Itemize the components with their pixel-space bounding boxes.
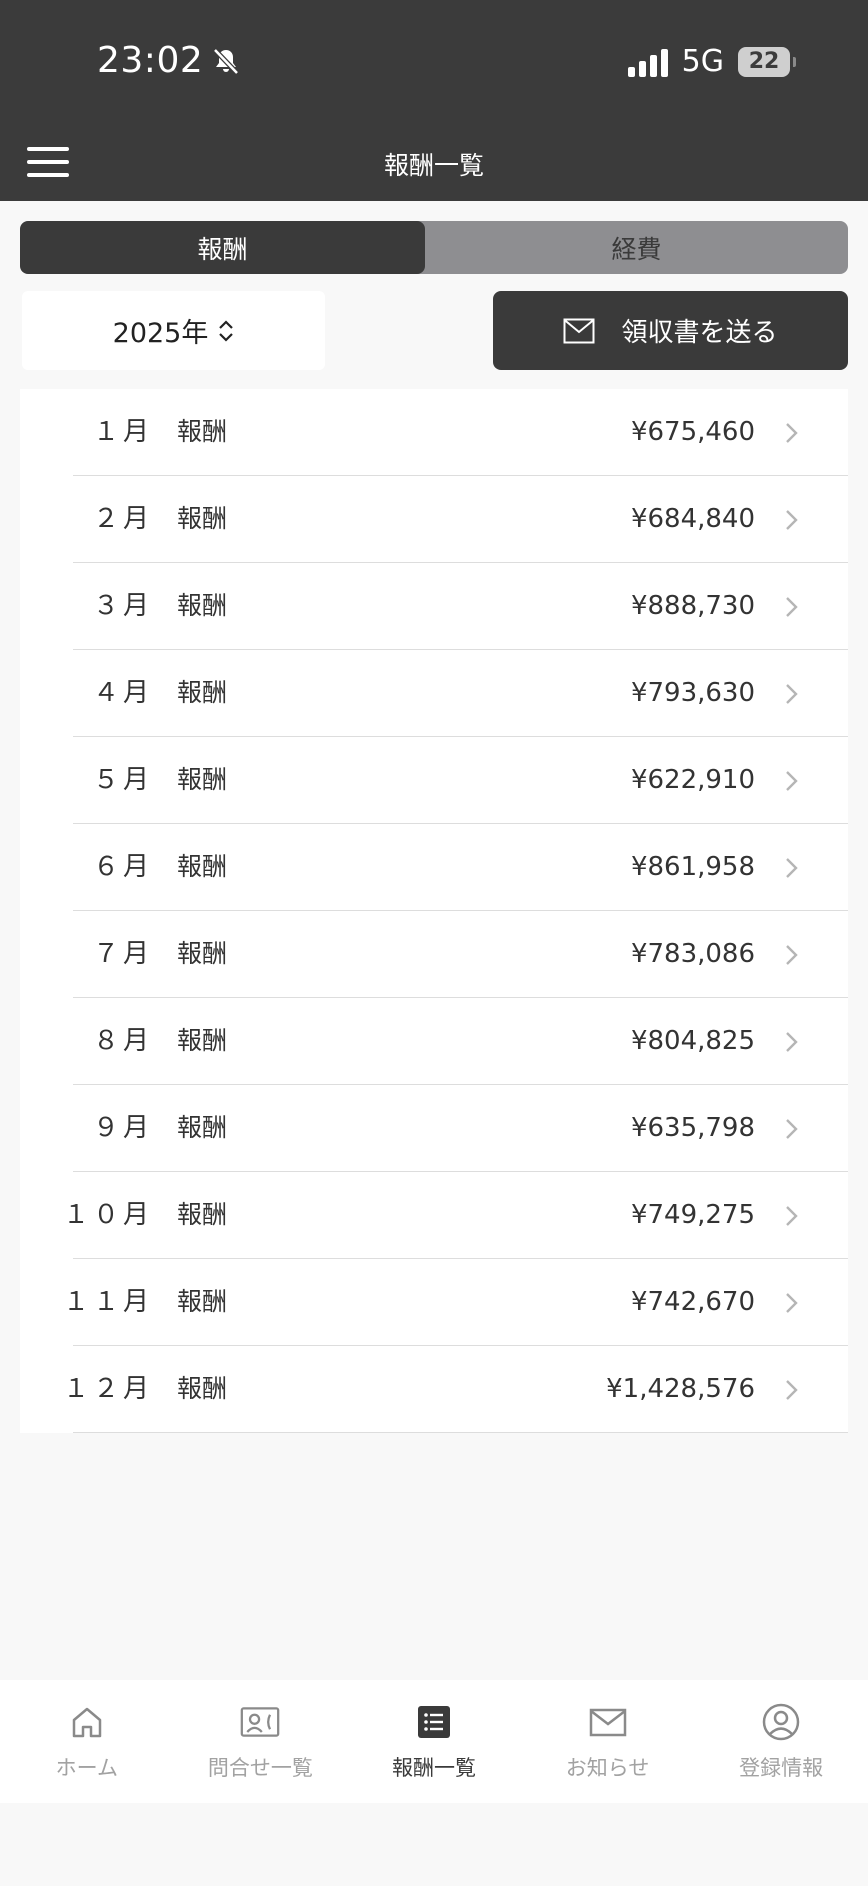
signal-icon	[627, 47, 668, 77]
amount-value: ¥888,730	[630, 591, 755, 621]
tab-notices[interactable]: お知らせ	[521, 1680, 695, 1803]
month-label: １月	[92, 417, 153, 447]
year-value: 2025年	[112, 318, 209, 349]
list-item[interactable]: ８月 報酬 ¥804,825	[73, 998, 848, 1085]
status-bar-right: 5G 22	[627, 44, 796, 79]
reward-label: 報酬	[177, 591, 228, 620]
list-item[interactable]: ３月 報酬 ¥888,730	[73, 563, 848, 650]
reward-label: 報酬	[177, 504, 228, 533]
amount-value: ¥793,630	[630, 678, 755, 708]
amount-value: ¥804,825	[630, 1026, 755, 1056]
amount-value: ¥684,840	[630, 504, 755, 534]
status-bar-time: 23:02	[97, 40, 241, 81]
bell-muted-icon	[213, 47, 240, 75]
chevron-right-icon	[786, 597, 798, 617]
list-item[interactable]: １０月 報酬 ¥749,275	[63, 1172, 848, 1259]
chevron-right-icon	[786, 1293, 798, 1313]
reward-label: 報酬	[177, 852, 228, 881]
list-item[interactable]: ９月 報酬 ¥635,798	[73, 1085, 848, 1172]
month-label: １０月	[62, 1200, 153, 1230]
amount-value: ¥861,958	[630, 852, 755, 882]
chevron-right-icon	[786, 1206, 798, 1226]
amount-value: ¥783,086	[630, 939, 755, 969]
chevron-right-icon	[786, 945, 798, 965]
reward-label: 報酬	[177, 1026, 228, 1055]
list-item[interactable]: １２月 報酬 ¥1,428,576	[63, 1346, 848, 1433]
send-receipt-label: 領収書を送る	[621, 318, 778, 348]
tab-profile[interactable]: 登録情報	[694, 1680, 868, 1803]
chevron-right-icon	[786, 858, 798, 878]
segment-reward[interactable]: 報酬	[20, 221, 425, 274]
send-receipt-button[interactable]: 領収書を送る	[493, 291, 848, 370]
amount-value: ¥1,428,576	[606, 1374, 755, 1404]
reward-label: 報酬	[177, 1113, 228, 1142]
month-label: １２月	[62, 1374, 153, 1404]
tab-bar: ホーム 問合せ一覧 報酬一覧 お知らせ 登録情報	[0, 1680, 868, 1803]
amount-value: ¥635,798	[630, 1113, 755, 1143]
chevron-right-icon	[786, 423, 798, 443]
home-icon	[72, 1707, 102, 1738]
year-selector[interactable]: 2025年	[22, 291, 325, 370]
chevron-up-down-icon	[219, 319, 234, 342]
month-label: ６月	[92, 852, 153, 882]
month-label: ３月	[92, 591, 153, 621]
envelope-icon	[563, 318, 595, 343]
chevron-right-icon	[786, 684, 798, 704]
reward-label: 報酬	[177, 1287, 228, 1316]
tab-rewards-label: 報酬一覧	[391, 1756, 476, 1780]
network-type: 5G	[681, 44, 724, 79]
amount-value: ¥749,275	[630, 1200, 755, 1230]
month-label: ２月	[92, 504, 153, 534]
segment-control: 報酬 経費	[20, 221, 848, 274]
reward-label: 報酬	[177, 678, 228, 707]
reward-label: 報酬	[177, 939, 228, 968]
battery-icon: 22	[738, 46, 796, 77]
amount-value: ¥622,910	[630, 765, 755, 795]
reward-label: 報酬	[177, 1374, 228, 1403]
tab-notices-label: お知らせ	[565, 1756, 650, 1780]
reward-label: 報酬	[177, 1200, 228, 1229]
month-label: ７月	[92, 939, 153, 969]
chevron-right-icon	[786, 1032, 798, 1052]
month-label: ４月	[92, 678, 153, 708]
tab-inquiries-label: 問合せ一覧	[207, 1756, 313, 1780]
time-text: 23:02	[97, 40, 204, 81]
tab-home-label: ホーム	[55, 1756, 118, 1780]
tab-inquiries[interactable]: 問合せ一覧	[174, 1680, 348, 1803]
list-item[interactable]: １１月 報酬 ¥742,670	[63, 1259, 848, 1346]
list-item[interactable]: ２月 報酬 ¥684,840	[73, 476, 848, 563]
list-item[interactable]: ７月 報酬 ¥783,086	[73, 911, 848, 998]
amount-value: ¥675,460	[630, 417, 755, 447]
mail-icon	[589, 1708, 626, 1737]
tab-rewards[interactable]: 報酬一覧	[347, 1680, 521, 1803]
reward-list: １月 報酬 ¥675,460 ２月 報酬 ¥684,840 ３月 報酬 ¥888,730 ４月 報酬…	[20, 389, 848, 1433]
tab-profile-label: 登録情報	[739, 1756, 824, 1780]
user-circle-icon	[762, 1703, 800, 1741]
chevron-right-icon	[786, 1380, 798, 1400]
list-item[interactable]: ４月 報酬 ¥793,630	[73, 650, 848, 737]
month-label: １１月	[62, 1287, 153, 1317]
list-item[interactable]: １月 報酬 ¥675,460	[73, 389, 848, 476]
amount-value: ¥742,670	[630, 1287, 755, 1317]
page-title: 報酬一覧	[383, 151, 484, 180]
contact-card-icon	[241, 1707, 280, 1737]
tab-home[interactable]: ホーム	[0, 1680, 174, 1803]
month-label: ５月	[92, 765, 153, 795]
chevron-right-icon	[786, 771, 798, 791]
list-icon	[417, 1706, 450, 1738]
header: 23:02 5G 22 報酬一覧	[0, 0, 868, 201]
reward-label: 報酬	[177, 417, 228, 446]
chevron-right-icon	[786, 510, 798, 530]
battery-level: 22	[748, 49, 780, 74]
list-item[interactable]: ５月 報酬 ¥622,910	[73, 737, 848, 824]
reward-label: 報酬	[177, 765, 228, 794]
segment-expense[interactable]: 経費	[425, 221, 848, 274]
chevron-right-icon	[786, 1119, 798, 1139]
list-item[interactable]: ６月 報酬 ¥861,958	[73, 824, 848, 911]
month-label: ９月	[92, 1113, 153, 1143]
month-label: ８月	[92, 1026, 153, 1056]
